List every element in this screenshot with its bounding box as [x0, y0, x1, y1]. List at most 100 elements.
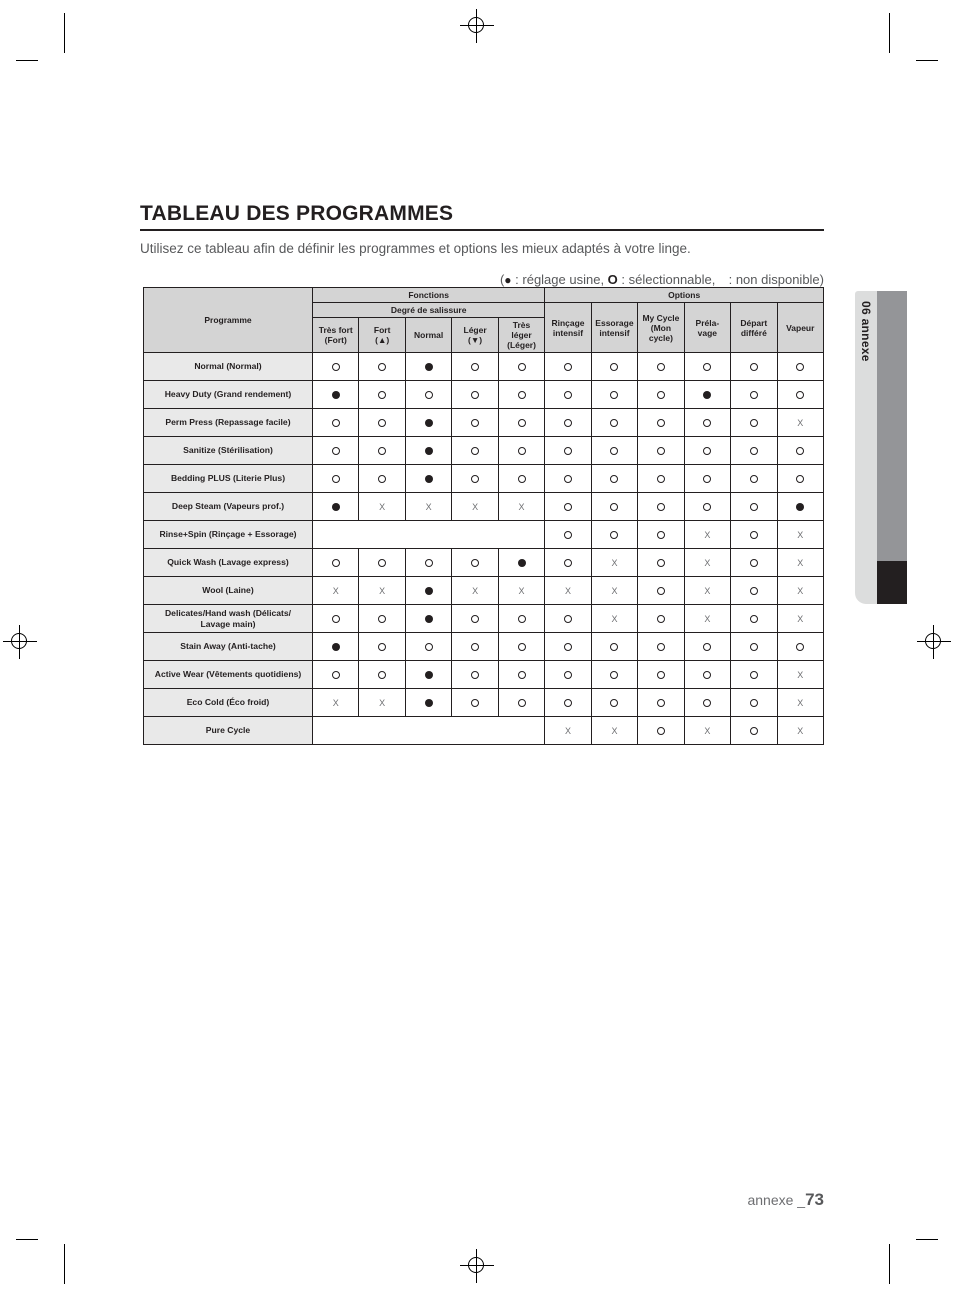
cell-soil-unavailable-merged [311, 520, 546, 550]
cell-option-5 [776, 464, 825, 494]
unavailable-x-icon: X [611, 725, 618, 736]
open-circle-icon [656, 391, 665, 400]
cell-soil-1: X [358, 688, 406, 718]
cell-soil-2 [404, 436, 453, 466]
open-circle-icon [749, 615, 758, 624]
open-circle-icon [563, 391, 572, 400]
unavailable-x-icon: X [518, 585, 525, 596]
cell-soil-0 [311, 380, 360, 410]
cell-option-5: X [776, 716, 825, 746]
cell-option-5 [776, 352, 825, 382]
open-circle-icon [471, 447, 480, 456]
unavailable-x-icon: X [379, 697, 386, 708]
filled-circle-icon [424, 419, 433, 428]
cell-option-2 [637, 436, 685, 466]
cell-option-0 [544, 520, 592, 550]
open-circle-icon [703, 447, 712, 456]
open-circle-icon [378, 475, 387, 484]
row-label-programme: Stain Away (Anti-tache) [143, 632, 313, 662]
unavailable-x-icon: X [564, 725, 571, 736]
open-circle-icon [749, 587, 758, 596]
open-circle-icon [424, 391, 433, 400]
open-circle-icon [563, 363, 572, 372]
cell-soil-1 [358, 436, 406, 466]
cell-soil-2 [404, 576, 453, 606]
legend-open-label: : sélectionnable, [617, 271, 719, 287]
header-option-3: Préla-vage [683, 302, 732, 354]
open-circle-icon [331, 671, 340, 680]
row-label-programme: Rinse+Spin (Rinçage + Essorage) [143, 520, 313, 550]
open-circle-icon [656, 531, 665, 540]
unavailable-x-icon: X [611, 585, 618, 596]
table-row: Active Wear (Vêtements quotidiens) X [143, 660, 825, 690]
header-option-2: My Cycle (Mon cycle) [637, 302, 685, 354]
cell-option-3 [683, 492, 732, 522]
open-circle-icon [610, 363, 619, 372]
open-circle-icon [378, 447, 387, 456]
unavailable-x-icon: X [704, 613, 711, 624]
cell-soil-1: X [358, 576, 406, 606]
open-circle-icon [749, 503, 758, 512]
open-circle-icon [656, 643, 665, 652]
cell-option-0 [544, 632, 592, 662]
open-circle-icon [378, 643, 387, 652]
cell-soil-1 [358, 380, 406, 410]
cell-option-2 [637, 716, 685, 746]
open-circle-icon [517, 615, 526, 624]
chapter-tab: 06 annexe [855, 291, 907, 604]
open-circle-icon [563, 671, 572, 680]
open-circle-icon [656, 419, 665, 428]
cell-option-5: X [776, 660, 825, 690]
unavailable-x-icon: X [797, 417, 804, 428]
open-circle-icon [563, 419, 572, 428]
open-circle-icon [656, 475, 665, 484]
header-option-0: Rinçage intensif [544, 302, 592, 354]
filled-circle-icon [424, 447, 433, 456]
open-circle-icon [471, 643, 480, 652]
open-circle-icon [517, 475, 526, 484]
cell-option-4 [730, 380, 778, 410]
cell-soil-3 [451, 380, 499, 410]
cell-option-0 [544, 604, 592, 634]
cell-soil-2: X [404, 492, 453, 522]
cell-soil-2 [404, 632, 453, 662]
cell-option-5 [776, 492, 825, 522]
unavailable-x-icon: X [704, 557, 711, 568]
open-circle-icon [517, 643, 526, 652]
cell-option-4 [730, 576, 778, 606]
unavailable-x-icon: X [518, 501, 525, 512]
programme-table: Programme Fonctions Options Degré de sal… [143, 286, 825, 746]
table-body: Normal (Normal) Heavy Duty (Grand rendeme… [143, 352, 825, 746]
open-circle-icon [796, 643, 805, 652]
cell-option-1 [590, 520, 639, 550]
row-label-programme: Bedding PLUS (Literie Plus) [143, 464, 313, 494]
cell-option-1 [590, 660, 639, 690]
cell-option-4 [730, 688, 778, 718]
cell-soil-1 [358, 408, 406, 438]
open-circle-icon [656, 615, 665, 624]
cell-option-2 [637, 408, 685, 438]
open-circle-icon [703, 699, 712, 708]
open-circle-icon [796, 475, 805, 484]
open-circle-icon [471, 699, 480, 708]
cell-option-1: X [590, 548, 639, 578]
cell-option-0: X [544, 716, 592, 746]
open-circle-icon [703, 503, 712, 512]
cell-option-3 [683, 436, 732, 466]
row-label-programme: Sanitize (Stérilisation) [143, 436, 313, 466]
filled-circle-icon [424, 475, 433, 484]
open-circle-icon [610, 419, 619, 428]
cell-option-4 [730, 436, 778, 466]
cell-option-4 [730, 352, 778, 382]
cell-soil-unavailable-merged [311, 716, 546, 746]
legend-filled-label: : réglage usine, [511, 271, 608, 287]
unavailable-x-icon: X [332, 697, 339, 708]
cell-option-3: X [683, 604, 732, 634]
open-circle-icon [656, 671, 665, 680]
header-fonctions: Fonctions [311, 286, 546, 304]
open-circle-icon [331, 615, 340, 624]
open-circle-icon [656, 447, 665, 456]
legend-none-label: : non disponible) [724, 271, 824, 287]
open-circle-icon [796, 363, 805, 372]
filled-circle-icon [517, 559, 526, 568]
